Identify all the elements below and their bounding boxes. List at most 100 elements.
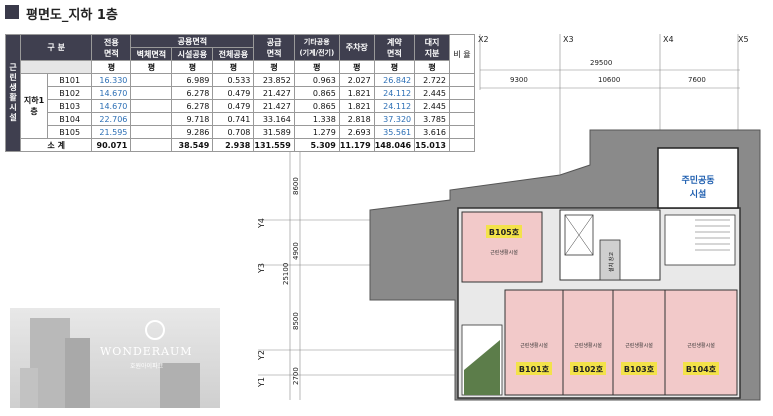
col-header-other: 기타공용 (기계/전기) (293, 34, 340, 61)
cell-facility: 6.278 (171, 99, 214, 113)
unit-type: 근린생활시설 (490, 249, 518, 256)
cell-common-total: 0.479 (212, 99, 255, 113)
v-dimension-total: 25100 (282, 263, 290, 285)
unit-label: B105호 (489, 227, 520, 237)
building-render-image (10, 308, 220, 408)
stair-core (664, 214, 736, 266)
cell-parking: 11.179 (338, 138, 375, 152)
cell-other: 1.338 (293, 112, 340, 126)
grid-col-label: X5 (738, 35, 749, 44)
cell-contract: 148.046 (373, 138, 416, 152)
unit-cell: 평 (338, 60, 375, 74)
table-row: B105 21.595 9.286 0.708 31.589 1.279 2.6… (6, 125, 475, 139)
cell-facility: 6.278 (171, 86, 214, 100)
dimension: 9300 (510, 76, 528, 84)
grid-col-label: X3 (563, 35, 574, 44)
grid-row-label: Y1 (257, 377, 266, 388)
cell-wall (130, 86, 173, 100)
cell-common-total: 2.938 (212, 138, 255, 152)
unit-type: 근린생활시설 (574, 342, 602, 349)
cell-land: 3.785 (414, 112, 450, 126)
cell-parking: 2.818 (338, 112, 375, 126)
cell-contract: 35.561 (373, 125, 416, 139)
cell-exclusive: 14.670 (91, 86, 132, 100)
cell-common-total: 0.708 (212, 125, 255, 139)
cell-facility: 9.718 (171, 112, 214, 126)
v-dimension: 8600 (292, 177, 300, 195)
unit-cell: 평 (212, 60, 255, 74)
storage-label: 설치 창고 (608, 252, 615, 272)
col-header-category: 구 분 (19, 34, 93, 61)
cell-other: 0.963 (293, 73, 340, 87)
cell-wall (130, 112, 173, 126)
dimension: 7600 (688, 76, 706, 84)
unit-cell: 평 (293, 60, 340, 74)
unit-cell: 평 (373, 60, 416, 74)
cell-land: 15.013 (414, 138, 450, 152)
cell-other: 1.279 (293, 125, 340, 139)
col-header-facility: 시설공용 (171, 47, 214, 61)
col-header-contract: 계약 면적 (373, 34, 416, 61)
unit-label: B102호 (573, 364, 604, 374)
table-row: B103 14.670 6.278 0.479 21.427 0.865 1.8… (6, 99, 475, 113)
cell-supply: 33.164 (253, 112, 295, 126)
grid-col-label: X2 (478, 35, 489, 44)
unit-cell: 평 (414, 60, 450, 74)
col-header-common: 공용면적 (130, 34, 255, 48)
brand-logo-text: WONDERAUM (100, 345, 193, 358)
dimension-total: 29500 (590, 59, 612, 67)
v-dimension: 2700 (292, 367, 300, 385)
cell-supply: 21.427 (253, 99, 295, 113)
grid-row-label: Y2 (257, 350, 266, 361)
unit-b105[interactable] (461, 211, 543, 283)
cell-supply: 21.427 (253, 86, 295, 100)
cell-contract: 24.112 (373, 99, 416, 113)
v-dimension: 4900 (292, 242, 300, 260)
cell-parking: 1.821 (338, 86, 375, 100)
cell-common-total: 0.479 (212, 86, 255, 100)
cell-supply: 23.852 (253, 73, 295, 87)
unit-name: B105 (46, 125, 93, 139)
floor-label: 지하1층 (20, 73, 48, 139)
cell-exclusive: 22.706 (91, 112, 132, 126)
resident-common-label-2: 시설 (690, 188, 707, 200)
area-table: 근린생활시설 구 분 전용 면적 공용면적 공급 면적 기타공용 (기계/전기)… (5, 34, 475, 152)
table-row: B102 14.670 6.278 0.479 21.427 0.865 1.8… (6, 86, 475, 100)
col-header-land: 대지 지분 (414, 34, 450, 61)
v-dimension: 8500 (292, 312, 300, 330)
cell-contract: 37.320 (373, 112, 416, 126)
cell-common-total: 0.741 (212, 112, 255, 126)
cell-facility: 6.989 (171, 73, 214, 87)
unit-name: B101 (46, 73, 93, 87)
unit-type: 근린생활시설 (687, 342, 715, 349)
brand-logo-sub: 호원아이파크 (130, 363, 164, 370)
cell-parking: 2.693 (338, 125, 375, 139)
cell-wall (130, 125, 173, 139)
cell-exclusive: 14.670 (91, 99, 132, 113)
cell-other: 5.309 (293, 138, 340, 152)
logo-icon (145, 320, 165, 340)
resident-common-label: 주민공동 (681, 174, 714, 186)
unit-cell: 평 (253, 60, 295, 74)
unit-label: B101호 (519, 364, 550, 374)
unit-name: B103 (46, 99, 93, 113)
unit-name: B104 (46, 112, 93, 126)
cell-parking: 2.027 (338, 73, 375, 87)
cell-wall (130, 73, 173, 87)
cell-other: 0.865 (293, 86, 340, 100)
cell-supply: 31.589 (253, 125, 295, 139)
unit-type: 근린생활시설 (520, 342, 548, 349)
cell-land: 3.616 (414, 125, 450, 139)
col-header-common-total: 전체공용 (212, 47, 255, 61)
col-header-ratio: 비 율 (449, 34, 475, 74)
col-header-parking: 주차장 (338, 34, 375, 61)
unit-cell: 평 (171, 60, 214, 74)
total-label: 소 계 (19, 138, 93, 152)
dimension: 10600 (598, 76, 620, 84)
cell-exclusive: 90.071 (91, 138, 132, 152)
col-header-supply: 공급 면적 (253, 34, 295, 61)
grid-row-label: Y3 (257, 263, 266, 274)
cell-land: 2.445 (414, 99, 450, 113)
cell-contract: 24.112 (373, 86, 416, 100)
cell-parking: 1.821 (338, 99, 375, 113)
